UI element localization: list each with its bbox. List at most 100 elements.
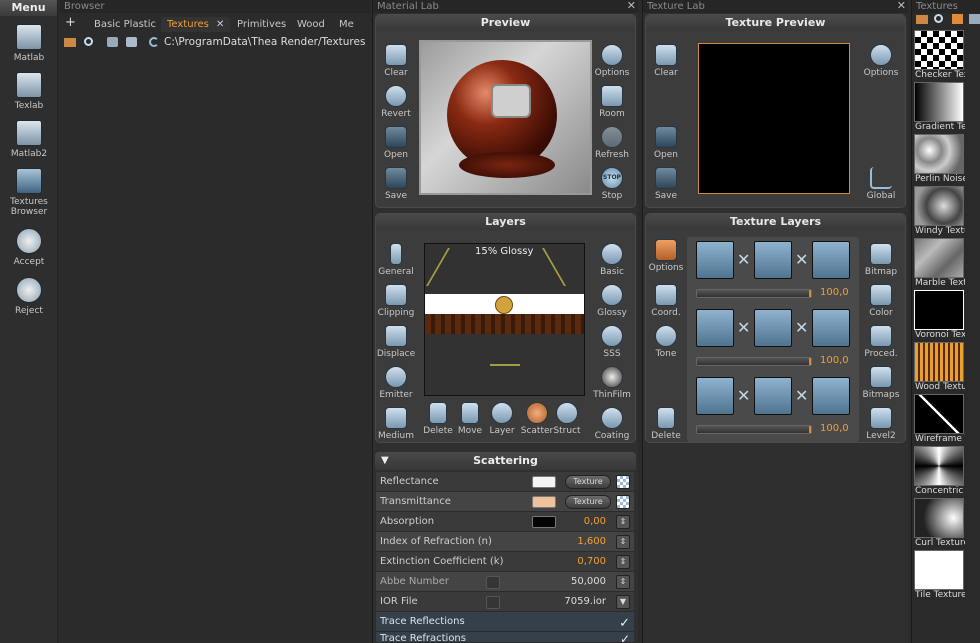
layer-weight-slider[interactable] — [696, 425, 812, 434]
tab-more[interactable]: Me — [333, 17, 360, 32]
transmittance-swatch[interactable] — [532, 496, 556, 508]
texlayers-procedural-button[interactable]: Proced. — [861, 325, 901, 359]
ior-spinner[interactable]: ⇕ — [616, 535, 630, 549]
tex-slot[interactable] — [754, 377, 792, 415]
tex-icon[interactable] — [64, 38, 76, 47]
refresh-icon[interactable] — [149, 37, 159, 47]
layer-stack-view[interactable]: 15% Glossy — [424, 243, 585, 396]
voronoi-texture-thumb[interactable] — [914, 290, 964, 330]
texture-clear-button[interactable]: Clear — [646, 44, 686, 78]
curl-texture-thumb[interactable] — [914, 498, 964, 538]
menu-reject-button[interactable]: Reject — [0, 277, 58, 316]
transmittance-texture-button[interactable]: Texture — [565, 495, 611, 509]
perlin-noise-thumb[interactable] — [914, 134, 964, 174]
trace-reflections-checkbox[interactable]: ✓ — [619, 614, 630, 634]
gradient-texture-thumb[interactable] — [914, 82, 964, 122]
ior-file-dropdown-icon[interactable]: ▼ — [616, 595, 630, 609]
collapse-icon[interactable]: ▼ — [381, 452, 389, 470]
preview-room-button[interactable]: Room — [592, 85, 632, 119]
tab-textures[interactable]: Textures ✕ — [161, 17, 231, 32]
layers-sss-button[interactable]: SSS — [592, 325, 632, 359]
trace-refractions-checkbox[interactable]: ✓ — [620, 632, 630, 642]
extinction-spinner[interactable]: ⇕ — [616, 555, 630, 569]
tab-basic-plastic[interactable]: Basic Plastic — [88, 17, 162, 32]
texlayers-level2-button[interactable]: Level2 — [861, 407, 901, 441]
absorption-value[interactable]: 0,00 — [584, 512, 606, 532]
windy-texture-thumb[interactable] — [914, 186, 964, 226]
menu-accept-button[interactable]: Accept — [0, 228, 58, 267]
layers-basic-button[interactable]: Basic — [592, 243, 632, 277]
texlayers-coord-button[interactable]: Coord. — [646, 284, 686, 318]
checker-texture-thumb[interactable] — [914, 30, 964, 70]
preview-refresh-button[interactable]: Refresh — [592, 126, 632, 160]
abbe-spinner[interactable]: ⇕ — [616, 575, 630, 589]
search-icon[interactable] — [84, 37, 93, 46]
layer-weight-slider[interactable] — [696, 357, 812, 366]
transmittance-texture-icon[interactable] — [616, 495, 630, 509]
tex-slot[interactable] — [812, 241, 850, 279]
texlayers-bitmaps-button[interactable]: Bitmaps — [861, 366, 901, 400]
wireframe-texture-thumb[interactable] — [914, 394, 964, 434]
browser-add-tab-button[interactable]: + — [65, 15, 76, 30]
texture-lab-close-button[interactable]: ✕ — [897, 0, 906, 12]
preview-revert-button[interactable]: Revert — [376, 85, 416, 119]
texlayers-tone-button[interactable]: Tone — [646, 325, 686, 359]
ior-file-checkbox[interactable] — [486, 596, 500, 609]
wood-texture-thumb[interactable] — [914, 342, 964, 382]
tex-slot[interactable] — [754, 309, 792, 347]
extinction-value[interactable]: 0,700 — [577, 552, 606, 572]
layers-layer-button[interactable]: Layer — [482, 402, 522, 436]
reflectance-swatch[interactable] — [532, 476, 556, 488]
tex-slot[interactable] — [754, 241, 792, 279]
layers-struct-button[interactable]: Struct — [547, 402, 587, 436]
abbe-value[interactable]: 50,000 — [571, 572, 606, 592]
layers-thinfilm-button[interactable]: ThinFilm — [592, 366, 632, 400]
menu-matlab-button[interactable]: Matlab — [0, 24, 58, 63]
tex-icon[interactable] — [916, 15, 928, 24]
texlayers-options-button[interactable]: Options — [646, 239, 686, 273]
marble-texture-thumb[interactable] — [914, 238, 964, 278]
texlayers-delete-button[interactable]: Delete — [646, 407, 686, 441]
menu-textures-browser-button[interactable]: Textures Browser — [0, 168, 58, 217]
tex-slot[interactable] — [812, 377, 850, 415]
image-icon[interactable] — [952, 14, 963, 24]
tex-slot[interactable] — [812, 309, 850, 347]
menu-matlab2-button[interactable]: Matlab2 — [0, 120, 58, 159]
layers-glossy-button[interactable]: Glossy — [592, 284, 632, 318]
tex-slot[interactable] — [696, 309, 734, 347]
preview-save-button[interactable]: Save — [376, 167, 416, 201]
absorption-swatch[interactable] — [532, 516, 556, 528]
layer-weight-value[interactable]: 100,0 — [820, 287, 849, 298]
tab-primitives[interactable]: Primitives — [231, 17, 292, 32]
layers-emitter-button[interactable]: Emitter — [376, 366, 416, 400]
preview-options-button[interactable]: Options — [592, 44, 632, 78]
concentric-texture-thumb[interactable] — [914, 446, 964, 486]
tile-texture-thumb[interactable] — [914, 550, 964, 590]
layer-handle[interactable] — [495, 296, 513, 314]
layer-weight-value[interactable]: 100,0 — [820, 355, 849, 366]
preview-open-button[interactable]: Open — [376, 126, 416, 160]
material-lab-close-button[interactable]: ✕ — [627, 0, 636, 12]
tex-slot[interactable] — [696, 241, 734, 279]
texlayers-bitmap-button[interactable]: Bitmap — [861, 243, 901, 277]
absorption-spinner[interactable]: ⇕ — [616, 515, 630, 529]
folder-up-icon[interactable] — [107, 37, 118, 47]
layers-medium-button[interactable]: Medium — [376, 407, 416, 441]
scattering-header[interactable]: ▼ Scattering — [375, 452, 636, 470]
layer-weight-slider[interactable] — [696, 289, 812, 298]
tab-close-icon[interactable]: ✕ — [216, 19, 224, 30]
layers-clipping-button[interactable]: Clipping — [376, 284, 416, 318]
tex-slot[interactable] — [696, 377, 734, 415]
texture-global-button[interactable]: Global — [861, 167, 901, 201]
texture-save-button[interactable]: Save — [646, 167, 686, 201]
abbe-checkbox[interactable] — [486, 576, 500, 589]
tab-wood[interactable]: Wood — [291, 17, 331, 32]
texlayers-color-button[interactable]: Color — [861, 284, 901, 318]
ior-value[interactable]: 1,600 — [577, 532, 606, 552]
layer-weight-value[interactable]: 100,0 — [820, 423, 849, 434]
ior-file-value[interactable]: 7059.ior — [564, 592, 606, 612]
reflectance-texture-button[interactable]: Texture — [565, 475, 611, 489]
layers-coating-button[interactable]: Coating — [592, 407, 632, 441]
layers-general-button[interactable]: General — [376, 243, 416, 277]
reflectance-texture-icon[interactable] — [616, 475, 630, 489]
